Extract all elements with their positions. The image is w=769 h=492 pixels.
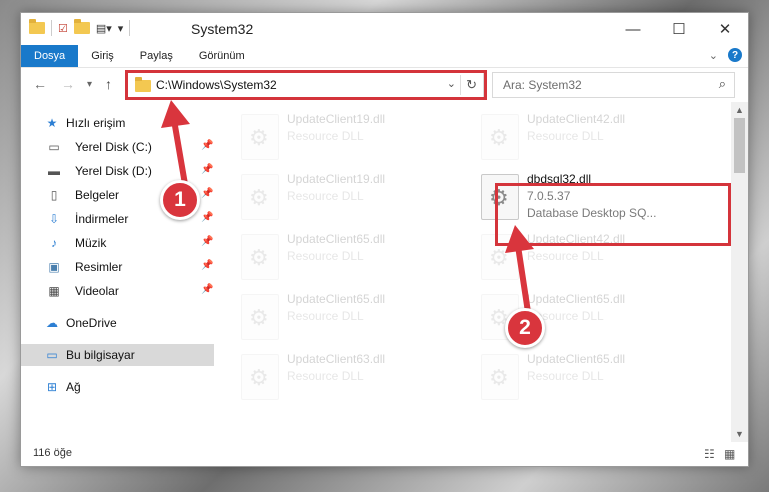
step-2-badge: 2	[505, 308, 545, 348]
arrow-2-shaft	[515, 243, 531, 315]
annotation-arrows	[161, 100, 534, 315]
arrow-2-head	[505, 225, 534, 253]
step-1-badge: 1	[160, 180, 200, 220]
arrow-1-head	[161, 100, 190, 128]
